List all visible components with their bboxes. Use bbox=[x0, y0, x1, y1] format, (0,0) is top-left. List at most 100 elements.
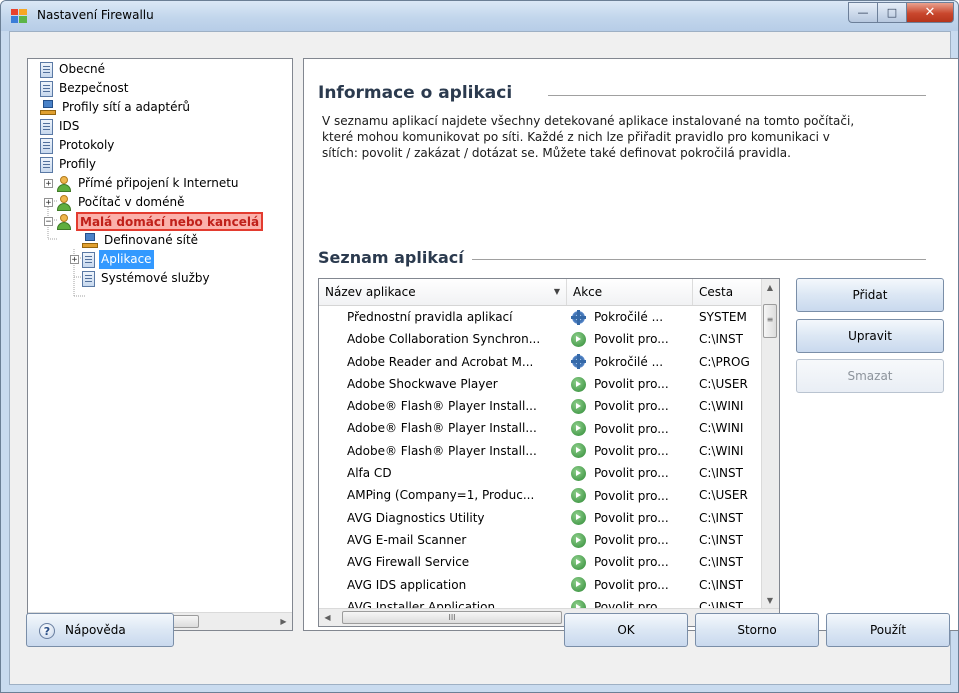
tree-item-system-services[interactable]: Systémové služby bbox=[82, 269, 212, 288]
app-action-cell[interactable]: Povolit pro... bbox=[567, 373, 693, 395]
app-action-cell[interactable]: Povolit pro... bbox=[567, 551, 693, 573]
app-path-cell: C:\INST bbox=[699, 577, 743, 592]
ok-button[interactable]: OK bbox=[564, 613, 688, 647]
tree-item-label: Obecné bbox=[59, 62, 106, 76]
list-vertical-scrollbar[interactable]: ▲ ≡ ▼ bbox=[761, 279, 779, 609]
collapse-toggle[interactable]: − bbox=[44, 217, 53, 227]
edit-button[interactable]: Upravit bbox=[796, 319, 944, 353]
tree-item-label: IDS bbox=[59, 119, 80, 133]
app-action-cell[interactable]: Povolit pro... bbox=[567, 529, 693, 551]
network-icon bbox=[40, 99, 56, 116]
expand-toggle[interactable]: + bbox=[44, 198, 53, 208]
tree-item-label: Definované sítě bbox=[104, 233, 199, 247]
app-path-cell: C:\INST bbox=[699, 532, 743, 547]
tree-item-label: Přímé připojení k Internetu bbox=[78, 176, 239, 190]
app-action-cell[interactable]: Povolit pro... bbox=[567, 507, 693, 529]
action-label: Povolit pro... bbox=[594, 399, 669, 414]
app-name-cell: AVG Firewall Service bbox=[347, 555, 470, 570]
delete-button[interactable]: Smazat bbox=[796, 359, 944, 393]
tree-item-domain-computer[interactable]: + Počítač v doméně bbox=[44, 193, 187, 212]
app-path-cell: C:\WINI bbox=[699, 421, 744, 436]
table-row[interactable]: Adobe Shockwave Player Povolit pro... C:\U… bbox=[319, 373, 763, 395]
tree-item-network-profiles[interactable]: Profily sítí a adaptérů bbox=[40, 98, 192, 117]
app-action-cell[interactable]: Povolit pro... bbox=[567, 574, 693, 596]
table-row[interactable]: Přednostní pravidla aplikací Pokročilé ..… bbox=[319, 306, 763, 328]
table-row[interactable]: Adobe® Flash® Player Install... Povolit p… bbox=[319, 395, 763, 417]
applications-list[interactable]: Název aplikace ▼ Akce Cesta Přednostní p… bbox=[318, 278, 780, 627]
help-button[interactable]: ? Nápověda bbox=[26, 613, 174, 647]
app-name-cell: AMPing (Company=1, Produc... bbox=[347, 488, 535, 503]
tree-item-logs[interactable]: Protokoly bbox=[40, 136, 116, 155]
app-action-cell[interactable]: Povolit pro... bbox=[567, 440, 693, 462]
title-divider bbox=[548, 95, 926, 96]
table-row[interactable]: Alfa CD Povolit pro... C:\INST bbox=[319, 462, 763, 484]
app-action-cell[interactable]: Povolit pro... bbox=[567, 328, 693, 350]
table-row[interactable]: Adobe Reader and Acrobat M... Pokročilé .… bbox=[319, 351, 763, 373]
allow-icon bbox=[571, 398, 586, 414]
tree-item-ids[interactable]: IDS bbox=[40, 117, 81, 136]
app-action-cell[interactable]: Povolit pro... bbox=[567, 484, 693, 506]
document-icon bbox=[40, 80, 53, 97]
title-divider bbox=[472, 259, 926, 260]
cancel-button[interactable]: Storno bbox=[695, 613, 819, 647]
close-button[interactable]: ✕ bbox=[907, 2, 954, 23]
tree-item-direct-internet[interactable]: + Přímé připojení k Internetu bbox=[44, 174, 241, 193]
table-row[interactable]: AVG Diagnostics Utility Povolit pro... C:\… bbox=[319, 507, 763, 529]
minimize-button[interactable]: — bbox=[848, 2, 878, 23]
app-name-cell: Adobe Reader and Acrobat M... bbox=[347, 354, 534, 369]
app-name-cell: Adobe Shockwave Player bbox=[347, 376, 498, 391]
app-path-cell: C:\INST bbox=[699, 332, 743, 347]
action-label: Povolit pro... bbox=[594, 466, 669, 481]
app-name-cell: Adobe® Flash® Player Install... bbox=[347, 443, 537, 458]
add-button[interactable]: Přidat bbox=[796, 278, 944, 312]
app-action-cell[interactable]: Povolit pro... bbox=[567, 395, 693, 417]
table-row[interactable]: Adobe Collaboration Synchron... Povolit p… bbox=[319, 328, 763, 350]
description-line: V seznamu aplikací najdete všechny detek… bbox=[322, 114, 855, 128]
action-label: Povolit pro... bbox=[594, 533, 669, 548]
description-line: které mohou komunikovat po síti. Každé z… bbox=[322, 130, 830, 144]
table-row[interactable]: AVG E-mail Scanner Povolit pro... C:\INST bbox=[319, 529, 763, 551]
tree-item-label: Profily sítí a adaptérů bbox=[62, 100, 191, 114]
action-label: Povolit pro... bbox=[594, 421, 669, 436]
app-path-cell: C:\WINI bbox=[699, 399, 744, 414]
column-header-name[interactable]: Název aplikace ▼ bbox=[319, 279, 567, 305]
allow-icon bbox=[571, 465, 586, 481]
tree-item-applications[interactable]: + Aplikace bbox=[70, 250, 154, 269]
app-action-cell[interactable]: Pokročilé ... bbox=[567, 351, 693, 373]
app-action-cell[interactable]: Pokročilé ... bbox=[567, 306, 693, 328]
table-row[interactable]: Adobe® Flash® Player Install... Povolit p… bbox=[319, 440, 763, 462]
app-path-cell: C:\USER bbox=[699, 376, 748, 391]
column-header-path[interactable]: Cesta bbox=[693, 279, 763, 305]
title-bar[interactable]: Nastavení Firewallu — □ ✕ bbox=[1, 1, 958, 31]
action-label: Povolit pro... bbox=[594, 488, 669, 503]
app-name-cell: AVG E-mail Scanner bbox=[347, 532, 467, 547]
table-row[interactable]: AVG IDS application Povolit pro... C:\INST bbox=[319, 574, 763, 596]
maximize-button[interactable]: □ bbox=[878, 2, 907, 23]
column-header-action[interactable]: Akce bbox=[567, 279, 693, 305]
info-section-title: Informace o aplikaci bbox=[318, 83, 513, 103]
tree-item-profiles[interactable]: Profily bbox=[40, 155, 98, 174]
document-icon bbox=[40, 118, 53, 135]
apply-button[interactable]: Použít bbox=[826, 613, 950, 647]
action-label: Povolit pro... bbox=[594, 443, 669, 458]
column-header-label: Akce bbox=[573, 285, 603, 299]
maximize-icon: □ bbox=[886, 6, 898, 19]
tree-item-general[interactable]: Obecné bbox=[40, 60, 107, 79]
expand-toggle[interactable]: + bbox=[70, 255, 79, 265]
table-row[interactable]: Adobe® Flash® Player Install... Povolit p… bbox=[319, 417, 763, 439]
app-action-cell[interactable]: Povolit pro... bbox=[567, 417, 693, 439]
scroll-thumb[interactable]: ≡ bbox=[763, 304, 777, 338]
expand-toggle[interactable]: + bbox=[44, 179, 53, 189]
app-name-cell: Adobe® Flash® Player Install... bbox=[347, 399, 537, 414]
action-label: Pokročilé ... bbox=[594, 310, 664, 325]
close-icon: ✕ bbox=[924, 5, 936, 20]
scroll-up-icon[interactable]: ▲ bbox=[762, 279, 778, 296]
tree-item-defined-networks[interactable]: Definované sítě bbox=[82, 231, 200, 250]
table-row[interactable]: AMPing (Company=1, Produc... Povolit pro.… bbox=[319, 484, 763, 506]
tree-item-small-office[interactable]: − Malá domácí nebo kancelá bbox=[44, 212, 264, 231]
tree-item-label: Profily bbox=[59, 157, 97, 171]
applications-panel: Informace o aplikaci V seznamu aplikací … bbox=[303, 58, 958, 631]
app-action-cell[interactable]: Povolit pro... bbox=[567, 462, 693, 484]
table-row[interactable]: AVG Firewall Service Povolit pro... C:\INS… bbox=[319, 551, 763, 573]
tree-item-security[interactable]: Bezpečnost bbox=[40, 79, 130, 98]
